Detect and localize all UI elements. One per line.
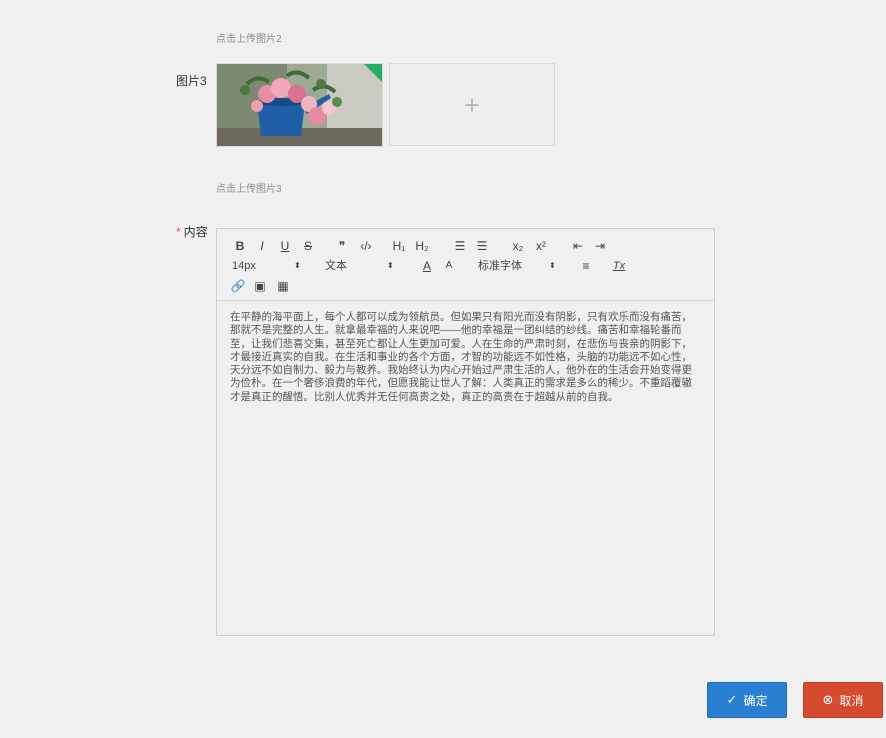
editor-toolbar: B I U S ❞ ‹/› H₁ H₂ ☰ ☰ x₂ x² ⇤ ⇥ 14px ⬍ 文本 ⬍ A A 标准字… [217,229,714,301]
italic-button[interactable]: I [254,237,270,255]
content-label: * 内容 [176,223,208,240]
font-select[interactable]: 标准字体 ⬍ [478,257,558,275]
size-select-caret-icon: ⬍ [294,261,301,270]
image3-label: 图片3 [176,74,207,88]
clean-format-icon[interactable]: Tx [610,257,628,275]
content-label-text: 内容 [183,225,208,239]
ordered-list-button[interactable]: ☰ [452,237,468,255]
text-color-icon[interactable]: A [420,257,434,275]
required-mark: * [176,225,181,239]
font-select-value: 标准字体 [478,260,522,272]
selected-corner-badge [364,64,382,82]
underline-button[interactable]: U [277,237,293,255]
plus-icon: + [464,89,480,120]
size-select[interactable]: 14px ⬍ [232,257,302,275]
upload2-hint: 点击上传图片2 [216,34,282,45]
cancel-button[interactable]: ⊗ 取消 [803,682,883,718]
confirm-button-label: 确定 [743,693,768,708]
background-color-icon[interactable]: A [442,257,456,275]
header-select[interactable]: 文本 ⬍ [325,257,395,275]
upload3-hint: 点击上传图片3 [216,184,282,195]
image-icon[interactable]: ▣ [252,277,268,295]
font-select-caret-icon: ⬍ [549,261,556,270]
toolbar-row-format: B I U S ❞ ‹/› H₁ H₂ ☰ ☰ x₂ x² ⇤ ⇥ [230,237,714,257]
close-circle-icon: ⊗ [822,692,834,707]
rich-text-editor: B I U S ❞ ‹/› H₁ H₂ ☰ ☰ x₂ x² ⇤ ⇥ 14px ⬍ 文本 ⬍ A A 标准字… [216,228,715,636]
code-block-button[interactable]: ‹/› [358,237,374,255]
outdent-button[interactable]: ⇤ [570,237,586,255]
header-select-value: 文本 [325,260,347,272]
header-select-caret-icon: ⬍ [387,261,394,270]
video-icon[interactable]: ▦ [275,277,291,295]
indent-button[interactable]: ⇥ [592,237,608,255]
cancel-button-label: 取消 [839,693,864,708]
flower-photo [217,64,382,146]
size-select-value: 14px [232,260,256,272]
image3-upload-button[interactable]: + [389,63,555,146]
check-circle-icon: ✓ [726,692,738,707]
toolbar-row-selects: 14px ⬍ 文本 ⬍ A A 标准字体 ⬍ ≡ Tx [230,257,714,277]
bullet-list-button[interactable]: ☰ [474,237,490,255]
header1-button[interactable]: H₁ [391,237,407,255]
image3-thumbnail[interactable] [216,63,383,147]
bold-button[interactable]: B [232,237,248,255]
link-icon[interactable]: 🔗 [230,277,246,295]
blockquote-button[interactable]: ❞ [334,237,350,255]
confirm-button[interactable]: ✓ 确定 [707,682,787,718]
editor-content[interactable]: 在平静的海平面上，每个人都可以成为领航员。但如果只有阳光而没有阴影，只有欢乐而没… [217,301,714,404]
subscript-button[interactable]: x₂ [510,237,526,255]
header2-button[interactable]: H₂ [414,237,430,255]
superscript-button[interactable]: x² [533,237,549,255]
toolbar-row-insert: 🔗 ▣ ▦ [230,277,714,297]
align-icon[interactable]: ≡ [578,257,594,275]
strike-button[interactable]: S [300,237,316,255]
